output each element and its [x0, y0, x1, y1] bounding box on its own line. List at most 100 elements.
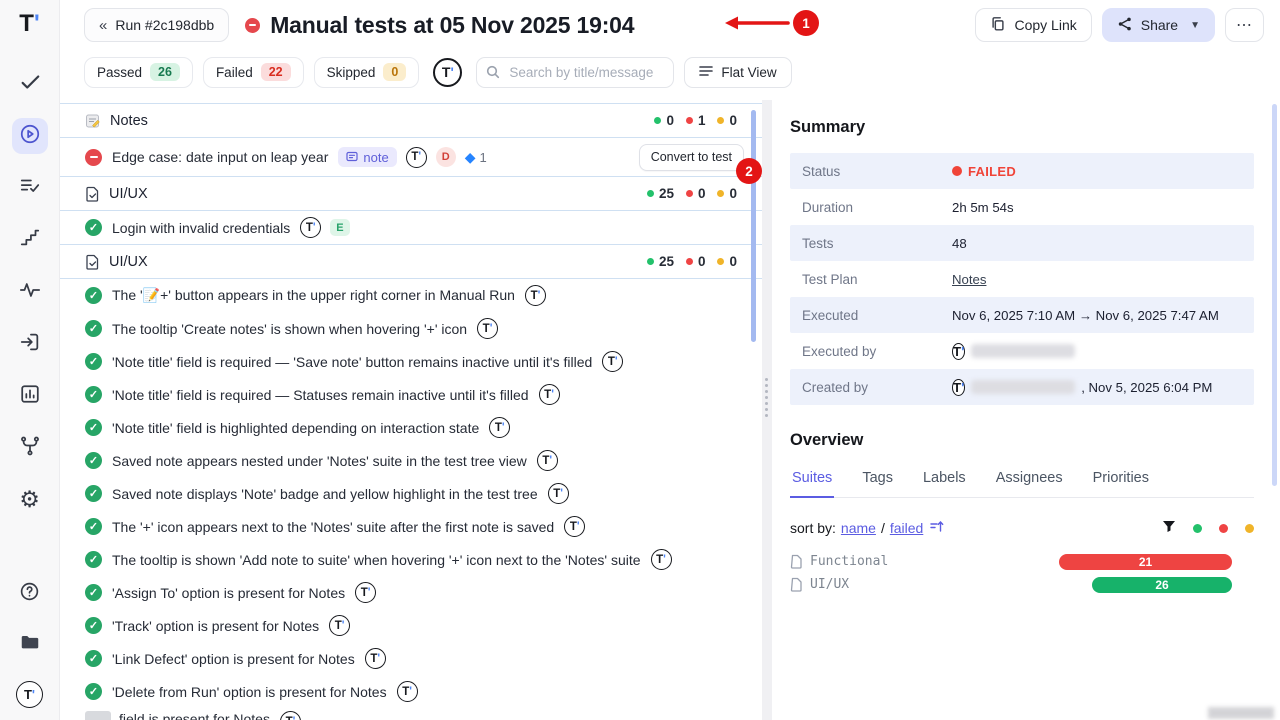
test-row[interactable]: ✓'Assign To' option is present for Notes…: [60, 576, 762, 609]
sidebar-item-branches[interactable]: [12, 430, 48, 466]
app-sidebar: T' ⚙: [0, 0, 60, 720]
tab-priorities[interactable]: Priorities: [1091, 466, 1151, 497]
sort-by-failed-link[interactable]: failed: [890, 520, 923, 536]
status-passed-icon: ✓: [85, 650, 102, 667]
status-passed-icon: ✓: [85, 386, 102, 403]
test-title: Login with invalid credentials: [112, 220, 290, 236]
suite-bars: Functional21UI/UX26: [790, 550, 1254, 596]
list-scrollbar[interactable]: [751, 110, 756, 342]
ellipsis-icon: ⋯: [1236, 15, 1253, 35]
test-row[interactable]: ✓ 'Link Defect' option is present for Not…: [60, 642, 762, 675]
tab-assignees[interactable]: Assignees: [994, 466, 1065, 497]
filter-chip-skipped[interactable]: Skipped0: [314, 57, 420, 88]
test-row[interactable]: ✓The '+' icon appears next to the 'Notes…: [60, 510, 762, 543]
memo-note-icon: [85, 711, 111, 720]
more-actions-button[interactable]: ⋯: [1225, 8, 1264, 42]
copy-link-label: Copy Link: [1014, 17, 1076, 33]
summary-label: Executed: [802, 308, 952, 323]
filter-chip-failed[interactable]: Failed22: [203, 57, 304, 88]
run-failed-status-icon: [245, 18, 260, 33]
test-plan-link[interactable]: Notes: [952, 272, 986, 287]
sidebar-item-tests[interactable]: [12, 66, 48, 102]
suite-counts: 2500: [647, 186, 744, 201]
test-row[interactable]: ✓Saved note appears nested under 'Notes'…: [60, 444, 762, 477]
panel-resize-divider[interactable]: [762, 100, 772, 720]
sidebar-item-runs[interactable]: [12, 118, 48, 154]
legend-dot-2[interactable]: [1245, 524, 1254, 533]
test-row[interactable]: ✓'Delete from Run' option is present for…: [60, 675, 762, 708]
list-check-icon: [19, 175, 41, 202]
test-row[interactable]: ✓'Note title' field is required — Status…: [60, 378, 762, 411]
annotation-badge-2: 2: [736, 158, 762, 184]
import-icon: [19, 331, 41, 358]
sidebar-item-steps[interactable]: [12, 222, 48, 258]
flat-view-button[interactable]: Flat View: [684, 57, 791, 88]
test-row-partial[interactable]: field is present for NotesT': [60, 708, 762, 720]
filter-funnel-icon[interactable]: [1162, 520, 1176, 536]
test-row[interactable]: Edge case: date input on leap yearnoteT'…: [60, 138, 762, 176]
convert-to-test-button[interactable]: Convert to test: [639, 144, 744, 171]
user-avatar: T': [280, 711, 301, 720]
tab-tags[interactable]: Tags: [860, 466, 895, 497]
share-button[interactable]: Share ▼: [1102, 8, 1215, 42]
test-title: 'Assign To' option is present for Notes: [112, 585, 345, 601]
test-row[interactable]: ✓'Note title' field is highlighted depen…: [60, 411, 762, 444]
suite-row[interactable]: UI/UX 2500: [60, 176, 762, 211]
legend-dot-1[interactable]: [1219, 524, 1228, 533]
sidebar-item-settings[interactable]: ⚙: [12, 482, 48, 518]
test-row[interactable]: ✓The '📝+' button appears in the upper ri…: [60, 279, 762, 312]
defect-badge[interactable]: D: [436, 147, 456, 167]
sidebar-item-analytics[interactable]: [12, 378, 48, 414]
sidebar-item-help[interactable]: [12, 576, 48, 612]
sidebar-item-projects[interactable]: [12, 626, 48, 662]
folder-icon: [19, 631, 41, 658]
test-title: 'Track' option is present for Notes: [112, 618, 319, 634]
suite-row[interactable]: Notes010: [60, 103, 762, 138]
test-row[interactable]: ✓The tooltip is shown 'Add note to suite…: [60, 543, 762, 576]
chevron-down-icon: ▼: [1190, 20, 1200, 31]
chip-count: 26: [150, 63, 180, 81]
filter-chip-passed[interactable]: Passed26: [84, 57, 193, 88]
suite-title: UI/UX: [109, 186, 148, 202]
test-row[interactable]: ✓The tooltip 'Create notes' is shown whe…: [60, 312, 762, 345]
suite-bar-row[interactable]: UI/UX26: [790, 573, 1254, 596]
sidebar-user-avatar[interactable]: T': [12, 676, 48, 712]
jira-link-badge[interactable]: ◆1: [465, 149, 487, 166]
test-row[interactable]: ✓'Note title' field is required — 'Save …: [60, 345, 762, 378]
back-to-run-button[interactable]: « Run #2c198dbb: [84, 8, 229, 42]
summary-label: Status: [802, 164, 952, 179]
suite-bar-row[interactable]: Functional21: [790, 550, 1254, 573]
legend-dot-0[interactable]: [1193, 524, 1202, 533]
sidebar-item-pulse[interactable]: [12, 274, 48, 310]
test-row[interactable]: ✓Saved note displays 'Note' badge and ye…: [60, 477, 762, 510]
test-row[interactable]: ✓'Track' option is present for NotesT': [60, 609, 762, 642]
sidebar-item-plans[interactable]: [12, 170, 48, 206]
search-input[interactable]: [476, 57, 674, 88]
suite-title: UI/UX: [109, 254, 148, 270]
test-list: Notes010Edge case: date input on leap ye…: [60, 103, 762, 720]
user-avatar: T': [406, 147, 427, 168]
user-avatar: T': [952, 343, 965, 360]
copy-link-button[interactable]: Copy Link: [975, 8, 1091, 42]
sidebar-item-import[interactable]: [12, 326, 48, 362]
test-title: 'Note title' field is required — 'Save n…: [112, 354, 592, 370]
back-button-label: Run #2c198dbb: [115, 17, 214, 33]
failed-dot-icon: [952, 166, 962, 176]
chip-count: 0: [383, 63, 406, 81]
test-title: 'Link Defect' option is present for Note…: [112, 651, 355, 667]
summary-label: Executed by: [802, 344, 952, 359]
document-check-icon: [85, 254, 100, 270]
tab-suites[interactable]: Suites: [790, 466, 834, 498]
assignee-filter-avatar[interactable]: T': [433, 58, 462, 87]
status-passed-icon: ✓: [85, 287, 102, 304]
status-passed-icon: ✓: [85, 219, 102, 236]
app-logo[interactable]: T': [19, 10, 39, 44]
status-passed-icon: ✓: [85, 617, 102, 634]
panel-scrollbar[interactable]: [1272, 104, 1277, 486]
tab-labels[interactable]: Labels: [921, 466, 968, 497]
test-row[interactable]: ✓Login with invalid credentialsT'E: [60, 211, 762, 244]
status-passed-icon: ✓: [85, 683, 102, 700]
sort-by-name-link[interactable]: name: [841, 520, 876, 536]
suite-row[interactable]: UI/UX2500: [60, 244, 762, 279]
sort-by-label: sort by:: [790, 520, 836, 536]
